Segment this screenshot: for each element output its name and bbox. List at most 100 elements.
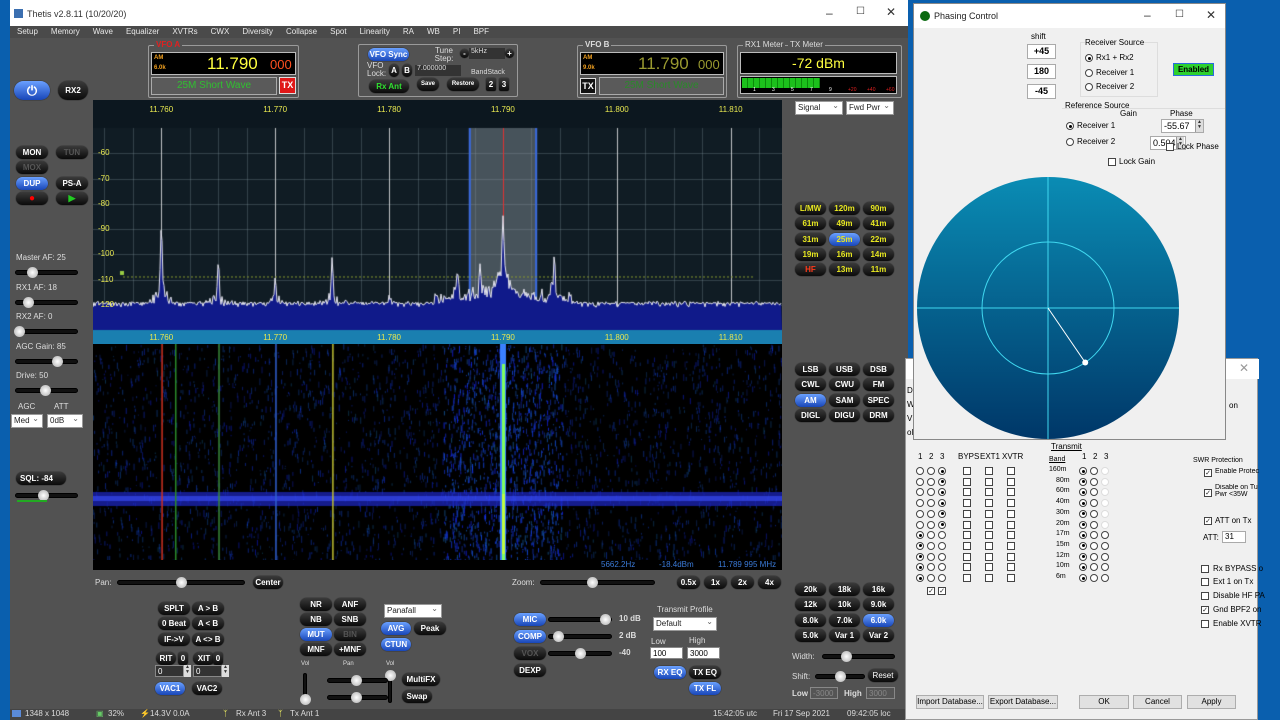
enabled-button[interactable]: Enabled bbox=[1173, 63, 1214, 76]
vfo-b-tx-button[interactable]: TX bbox=[580, 78, 596, 94]
swr-checkbox[interactable]: ✓ bbox=[1204, 469, 1212, 477]
pan-slider[interactable] bbox=[117, 577, 245, 588]
vox-button[interactable]: VOX bbox=[514, 647, 546, 660]
tx-eq-button[interactable]: TX EQ bbox=[689, 666, 721, 679]
tune-step-down[interactable]: - bbox=[460, 49, 469, 58]
filter-20k-button[interactable]: 20k bbox=[795, 583, 826, 596]
slider-thumb[interactable] bbox=[52, 355, 64, 367]
checkbox-xvtr-10m[interactable] bbox=[1007, 563, 1015, 572]
tx-radio-10m[interactable] bbox=[1090, 563, 1098, 572]
center-button[interactable]: Center bbox=[253, 576, 283, 589]
drive-slider[interactable] bbox=[15, 385, 78, 396]
menu-cwx[interactable]: CWX bbox=[211, 27, 230, 36]
filter-12k-button[interactable]: 12k bbox=[795, 598, 826, 612]
rx-bypass-o-checkbox[interactable] bbox=[1201, 565, 1209, 573]
export-database-button[interactable]: Export Database... bbox=[988, 695, 1058, 709]
checkbox-xvtr-20m[interactable] bbox=[1007, 520, 1015, 529]
multifx-button[interactable]: MultiFX bbox=[402, 673, 440, 686]
tx-low-field[interactable]: 100 bbox=[650, 647, 683, 659]
menu-memory[interactable]: Memory bbox=[51, 27, 80, 36]
att-on-tx-checkbox[interactable]: ✓ bbox=[1204, 517, 1212, 525]
tx-radio-60m[interactable] bbox=[1090, 488, 1098, 497]
menu-pi[interactable]: PI bbox=[453, 27, 461, 36]
sql-button[interactable]: SQL: -84 bbox=[16, 472, 66, 485]
bandstack-2-button[interactable]: 2 bbox=[486, 78, 496, 91]
tx-radio-80m[interactable] bbox=[1090, 477, 1098, 486]
agc-select[interactable]: Med bbox=[11, 413, 43, 428]
slider-thumb[interactable] bbox=[300, 694, 311, 705]
tx-radio-6m[interactable] bbox=[1101, 574, 1109, 582]
slider-thumb[interactable] bbox=[176, 577, 187, 588]
mut-button[interactable]: MUT bbox=[300, 628, 332, 641]
rx-radio-20m[interactable] bbox=[938, 520, 946, 529]
rx-radio-60m[interactable] bbox=[916, 488, 924, 497]
bandstack-3-button[interactable]: 3 bbox=[499, 78, 509, 91]
band-11m-button[interactable]: 11m bbox=[863, 263, 894, 277]
checkbox-byps-10m[interactable] bbox=[963, 563, 971, 572]
tx-radio-40m[interactable] bbox=[1101, 499, 1109, 508]
status-rx-ant[interactable]: Rx Ant 3 bbox=[236, 709, 266, 718]
tx-radio-80m[interactable] bbox=[1079, 477, 1087, 486]
rx1-af-slider[interactable] bbox=[15, 296, 78, 308]
band-120m-button[interactable]: 120m bbox=[829, 202, 860, 215]
vfo-a-display[interactable]: AM 6.0k 11.790 000 bbox=[151, 52, 296, 75]
vox-slider[interactable] bbox=[548, 648, 612, 659]
filter-8-0k-button[interactable]: 8.0k bbox=[795, 613, 826, 627]
rx-radio-30m[interactable] bbox=[938, 509, 946, 518]
menu-equalizer[interactable]: Equalizer bbox=[126, 27, 159, 36]
a-b-button[interactable]: A < B bbox=[192, 617, 224, 631]
slider-thumb[interactable] bbox=[575, 648, 586, 659]
setup-close-button[interactable]: ✕ bbox=[1239, 361, 1249, 375]
menu-bpf[interactable]: BPF bbox=[473, 27, 489, 36]
checkbox-ext1-60m[interactable] bbox=[985, 488, 993, 497]
filter-5-0k-button[interactable]: 5.0k bbox=[795, 628, 826, 642]
slider-thumb[interactable] bbox=[841, 651, 853, 662]
slider-thumb[interactable] bbox=[27, 267, 39, 278]
tx-radio-30m[interactable] bbox=[1090, 509, 1098, 518]
rx-radio-80m[interactable] bbox=[938, 477, 946, 486]
menu-setup[interactable]: Setup bbox=[17, 27, 38, 36]
if-v-button[interactable]: IF->V bbox=[158, 632, 190, 646]
slider-thumb[interactable] bbox=[351, 675, 363, 686]
rx2-af-slider[interactable] bbox=[14, 326, 78, 337]
tx-radio-40m[interactable] bbox=[1079, 499, 1087, 508]
menu-linearity[interactable]: Linearity bbox=[360, 27, 390, 36]
0-beat-button[interactable]: 0 Beat bbox=[158, 617, 190, 631]
filter-high-field[interactable]: 3000 bbox=[866, 687, 895, 699]
mox-button[interactable]: MOX bbox=[16, 161, 48, 174]
status-tx-ant[interactable]: Tx Ant 1 bbox=[290, 709, 319, 718]
mode-fm-button[interactable]: FM bbox=[863, 378, 894, 392]
menu-wave[interactable]: Wave bbox=[93, 27, 113, 36]
mode-drm-button[interactable]: DRM bbox=[863, 408, 894, 422]
tx-radio-60m[interactable] bbox=[1079, 488, 1087, 497]
tx-radio-15m[interactable] bbox=[1079, 541, 1087, 550]
rx-source-radio[interactable] bbox=[1085, 54, 1093, 62]
splt-button[interactable]: SPLT bbox=[158, 602, 190, 615]
phasing-maximize-button[interactable]: ☐ bbox=[1175, 9, 1184, 20]
dexp-button[interactable]: DEXP bbox=[514, 664, 546, 677]
tx-radio-17m[interactable] bbox=[1090, 531, 1098, 540]
shift-plus45-button[interactable]: +45 bbox=[1027, 44, 1056, 59]
mode-dsb-button[interactable]: DSB bbox=[863, 363, 894, 376]
rx-radio-10m[interactable] bbox=[916, 563, 924, 572]
rx-radio-10m[interactable] bbox=[927, 563, 935, 572]
filter-9-0k-button[interactable]: 9.0k bbox=[863, 598, 894, 612]
play-button[interactable]: ▶ bbox=[56, 192, 88, 205]
ref-source-radio[interactable] bbox=[1066, 122, 1074, 130]
tx-radio-30m[interactable] bbox=[1079, 509, 1087, 518]
checkbox-ext1-30m[interactable] bbox=[985, 509, 993, 518]
lock-gain-checkbox[interactable] bbox=[1108, 158, 1116, 166]
rx-source-radio[interactable] bbox=[1085, 68, 1093, 77]
checkbox-byps-15m[interactable] bbox=[963, 541, 971, 550]
swr-checkbox[interactable]: ✓ bbox=[1204, 489, 1212, 497]
filter-18k-button[interactable]: 18k bbox=[829, 583, 860, 596]
mode-usb-button[interactable]: USB bbox=[829, 363, 860, 376]
tx-radio-6m[interactable] bbox=[1079, 574, 1087, 582]
ref-source-radio[interactable] bbox=[1066, 138, 1074, 146]
tx-radio-10m[interactable] bbox=[1101, 563, 1109, 572]
band-49m-button[interactable]: 49m bbox=[829, 217, 860, 231]
xit-button[interactable]: XIT bbox=[193, 652, 215, 665]
filter-var-2-button[interactable]: Var 2 bbox=[863, 628, 894, 642]
tx-radio-17m[interactable] bbox=[1079, 531, 1087, 540]
band-hf-button[interactable]: HF bbox=[795, 263, 826, 277]
